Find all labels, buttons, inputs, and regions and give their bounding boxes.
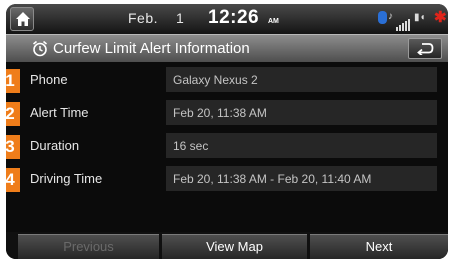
row-number-badge: 3	[6, 135, 20, 159]
info-row-alert-time: 2 Alert Time Feb 20, 11:38 AM	[6, 100, 448, 126]
bluetooth-icon	[378, 11, 387, 24]
clock-time: 12:26	[208, 7, 260, 28]
row-number-badge: 1	[6, 69, 20, 93]
row-label: Driving Time	[30, 171, 103, 186]
clock-ampm: AM	[268, 18, 279, 25]
row-value-field: Galaxy Nexus 2	[166, 67, 437, 92]
row-value: Feb 20, 11:38 AM - Feb 20, 11:40 AM	[173, 172, 372, 186]
info-row-duration: 3 Duration 16 sec	[6, 133, 448, 159]
row-label: Duration	[30, 138, 80, 153]
row-value: Feb 20, 11:38 AM	[173, 106, 267, 120]
row-value: 16 sec	[173, 139, 209, 153]
status-bar: Feb. 1 12:26 AM ♪ ▮◖ ✱	[6, 4, 448, 34]
status-icons: ♪ ▮◖ ✱	[378, 9, 447, 31]
phone-battery-icon: ▮◖	[414, 12, 426, 23]
date-display: Feb. 1	[128, 10, 184, 26]
alarm-clock-icon	[32, 40, 48, 57]
row-value-field: Feb 20, 11:38 AM	[166, 100, 437, 125]
date-day: 1	[176, 10, 185, 26]
info-row-driving-time: 4 Driving Time Feb 20, 11:38 AM - Feb 20…	[6, 166, 448, 192]
home-icon	[16, 12, 30, 26]
row-number-badge: 4	[6, 168, 20, 192]
row-label: Phone	[30, 72, 68, 87]
next-button[interactable]: Next	[310, 234, 448, 259]
row-value-field: 16 sec	[166, 133, 437, 158]
info-row-phone: 1 Phone Galaxy Nexus 2	[6, 67, 448, 93]
home-button[interactable]	[10, 7, 34, 31]
bottom-button-bar: Previous View Map Next	[6, 232, 448, 259]
previous-button[interactable]: Previous	[18, 234, 159, 259]
title-bar: Curfew Limit Alert Information	[6, 34, 448, 62]
music-note-icon: ♪	[388, 11, 393, 22]
row-label: Alert Time	[30, 105, 89, 120]
date-month: Feb.	[128, 10, 159, 26]
signal-strength-icon	[396, 13, 411, 31]
back-arrow-icon	[417, 43, 434, 55]
page-title: Curfew Limit Alert Information	[53, 40, 250, 57]
alert-star-icon: ✱	[434, 9, 447, 26]
view-map-button[interactable]: View Map	[162, 234, 307, 259]
back-button[interactable]	[408, 38, 442, 59]
row-number-badge: 2	[6, 102, 20, 126]
row-value: Galaxy Nexus 2	[173, 73, 258, 87]
row-value-field: Feb 20, 11:38 AM - Feb 20, 11:40 AM	[166, 166, 437, 191]
head-unit-screen: Feb. 1 12:26 AM ♪ ▮◖ ✱ Curfew Limit Alert…	[6, 4, 448, 259]
